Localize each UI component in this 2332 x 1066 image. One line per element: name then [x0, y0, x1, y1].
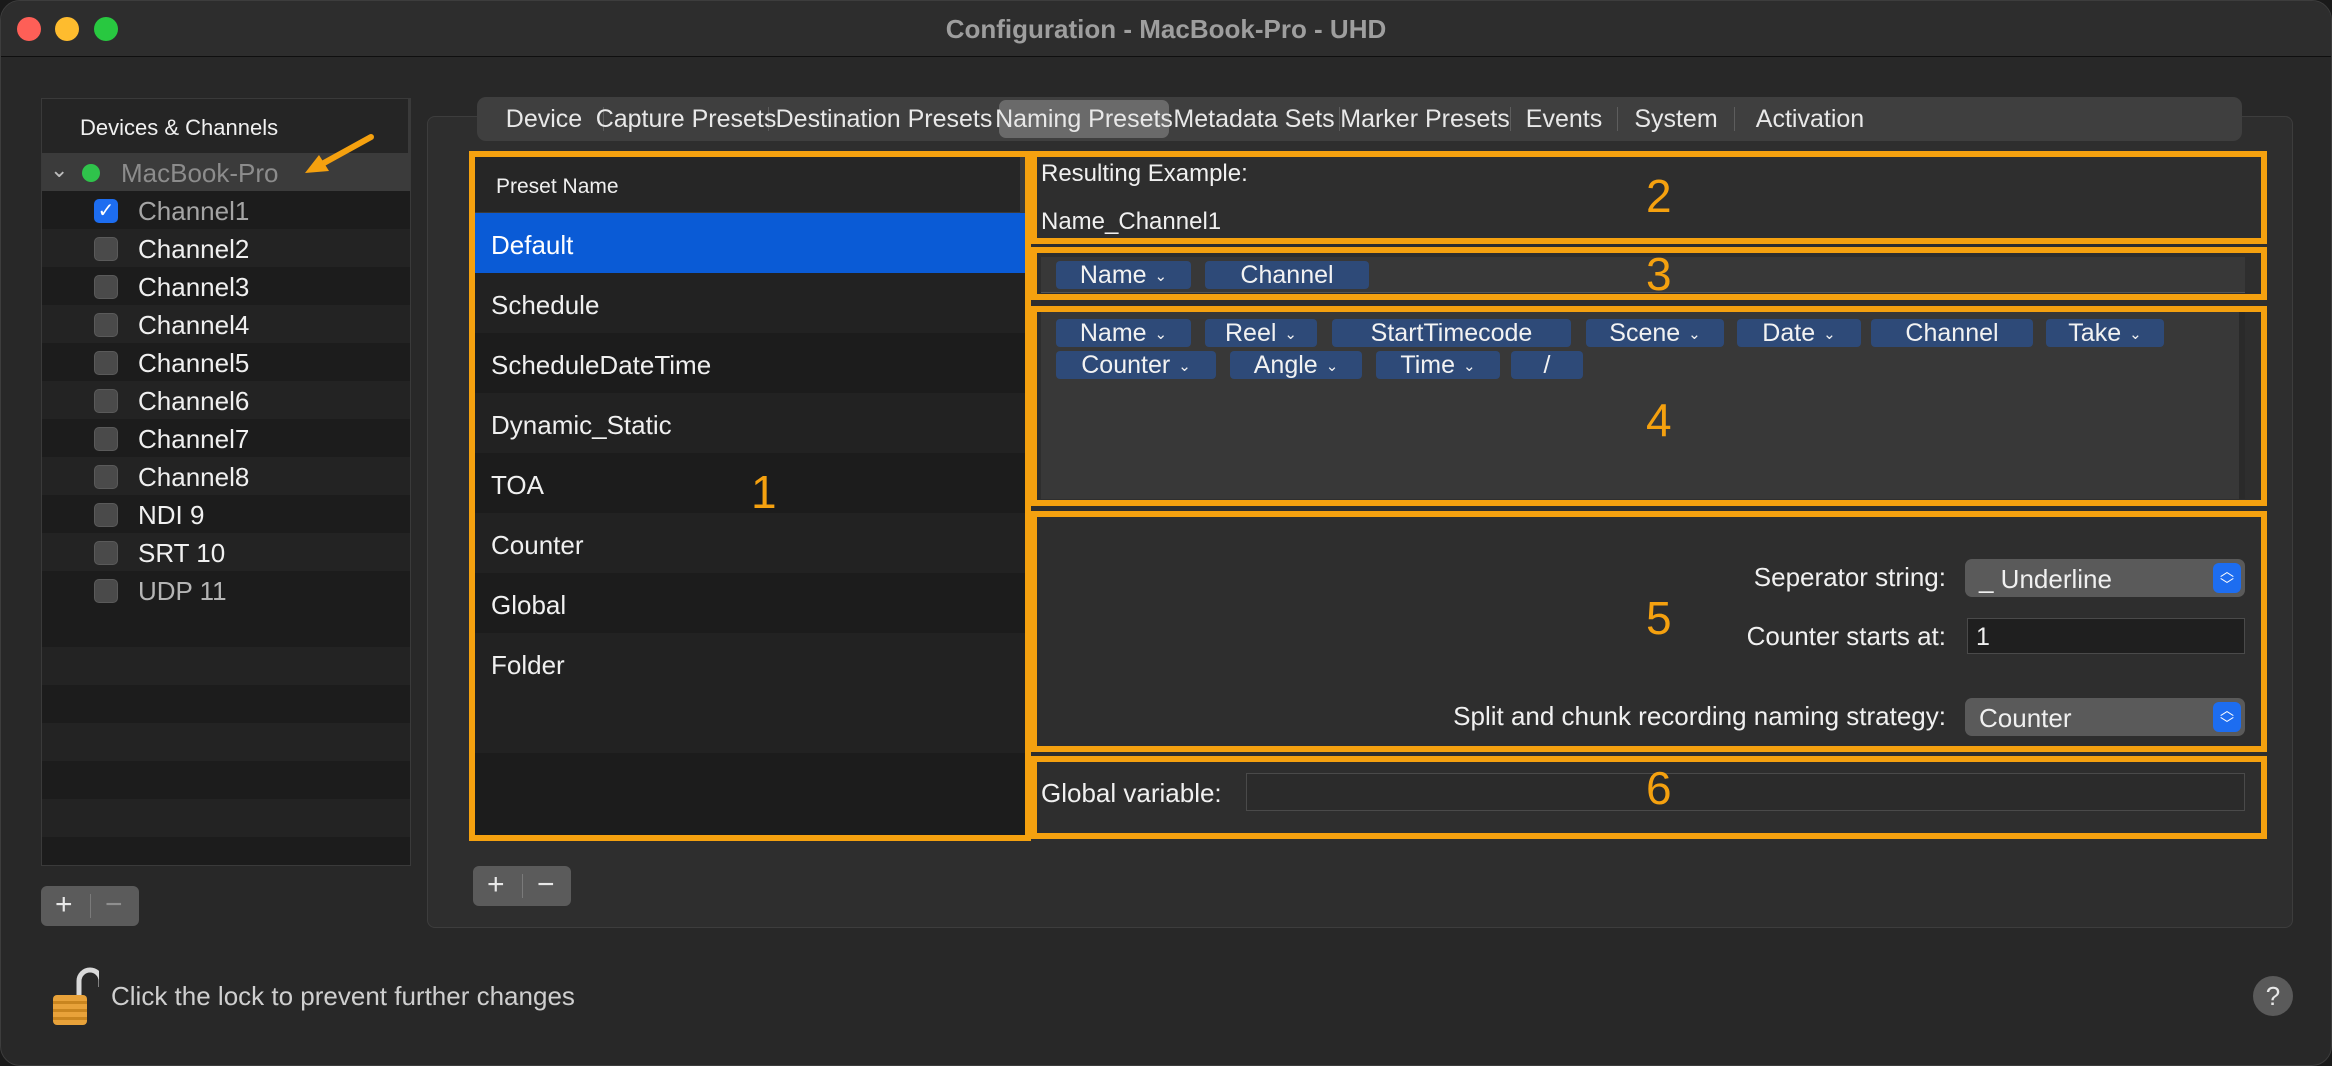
tab-marker-presets[interactable]: Marker Presets [1340, 100, 1510, 138]
add-device-button[interactable]: + [55, 888, 73, 922]
sidebar-empty-row [42, 647, 410, 685]
channel-label: Channel1 [138, 196, 250, 226]
remove-device-button[interactable]: − [105, 888, 123, 922]
checkbox-icon[interactable] [94, 237, 118, 261]
sidebar-empty-row [42, 799, 410, 837]
button-divider [90, 894, 91, 918]
checkbox-icon[interactable] [94, 465, 118, 489]
chevron-down-icon[interactable]: ⌄ [50, 157, 68, 183]
channel-label: Channel5 [138, 348, 250, 378]
checkbox-icon[interactable] [94, 275, 118, 299]
sidebar-channel-row[interactable]: Channel7 [42, 419, 410, 457]
tab-metadata-sets[interactable]: Metadata Sets [1169, 100, 1339, 138]
sidebar-channel-row[interactable]: ✓ Channel1 [42, 191, 410, 229]
device-name: MacBook-Pro [121, 158, 279, 188]
sidebar-channel-row[interactable]: Channel2 [42, 229, 410, 267]
checkbox-checked-icon[interactable]: ✓ [94, 199, 118, 223]
add-preset-button[interactable]: + [487, 868, 505, 902]
annotation-box-1 [469, 151, 1031, 841]
sidebar-empty-row [42, 761, 410, 799]
checkbox-icon[interactable] [94, 503, 118, 527]
channel-label: Channel6 [138, 386, 250, 416]
annotation-arrow-icon [305, 134, 374, 173]
sidebar-empty-row [42, 685, 410, 723]
sidebar-empty-row [42, 609, 410, 647]
channel-label: Channel4 [138, 310, 250, 340]
annotation-number-4: 4 [1646, 394, 1672, 446]
sidebar-channel-row[interactable]: Channel6 [42, 381, 410, 419]
devices-channels-sidebar: Devices & Channels ⌄ MacBook-Pro ✓ Channe… [41, 98, 411, 866]
sidebar-channel-row[interactable]: UDP 11 [42, 571, 410, 609]
sidebar-empty-row [42, 723, 410, 761]
title-bar: Configuration - MacBook-Pro - UHD [1, 1, 2331, 57]
channel-label: Channel7 [138, 424, 250, 454]
sidebar-channel-row[interactable]: Channel5 [42, 343, 410, 381]
annotation-number-3: 3 [1646, 248, 1672, 300]
checkbox-icon[interactable] [94, 541, 118, 565]
annotation-number-6: 6 [1646, 762, 1672, 814]
channel-label: Channel3 [138, 272, 250, 302]
sidebar-empty-row [42, 837, 410, 865]
tab-naming-presets[interactable]: Naming Presets [995, 100, 1173, 138]
channel-label: Channel2 [138, 234, 250, 264]
configuration-window: Configuration - MacBook-Pro - UHD Device… [0, 0, 2332, 1066]
tab-events[interactable]: Events [1511, 100, 1617, 138]
checkbox-icon[interactable] [94, 427, 118, 451]
annotation-number-2: 2 [1646, 170, 1672, 222]
settings-tab-bar: Device Capture Presets Destination Presets… [477, 97, 2242, 141]
checkbox-icon[interactable] [94, 389, 118, 413]
sidebar-channel-row[interactable]: Channel4 [42, 305, 410, 343]
tab-destination-presets[interactable]: Destination Presets [769, 100, 999, 138]
annotation-number-1: 1 [751, 466, 777, 518]
remove-preset-button[interactable]: − [537, 868, 555, 902]
annotation-number-5: 5 [1646, 592, 1672, 644]
sidebar-channel-row[interactable]: NDI 9 [42, 495, 410, 533]
sidebar-channel-row[interactable]: Channel8 [42, 457, 410, 495]
channel-label: NDI 9 [138, 500, 205, 530]
lock-status-text: Click the lock to prevent further change… [111, 981, 575, 1011]
button-divider [522, 874, 523, 898]
tab-device[interactable]: Device [485, 100, 603, 138]
channel-label: SRT 10 [138, 538, 226, 568]
sidebar-channel-row[interactable]: Channel3 [42, 267, 410, 305]
preset-add-remove-control: + − [473, 866, 571, 906]
checkbox-icon[interactable] [94, 313, 118, 337]
checkbox-icon[interactable] [94, 579, 118, 603]
tab-activation[interactable]: Activation [1735, 100, 1885, 138]
channel-label: Channel8 [138, 462, 250, 492]
help-button[interactable]: ? [2253, 976, 2293, 1016]
tab-system[interactable]: System [1618, 100, 1734, 138]
device-status-icon [82, 164, 100, 182]
tab-capture-presets[interactable]: Capture Presets [596, 100, 777, 138]
unlocked-lock-icon[interactable] [49, 965, 99, 1027]
sidebar-channel-row[interactable]: SRT 10 [42, 533, 410, 571]
sidebar-add-remove-control: + − [41, 886, 139, 926]
window-title: Configuration - MacBook-Pro - UHD [945, 14, 1387, 44]
checkbox-icon[interactable] [94, 351, 118, 375]
channel-label: UDP 11 [138, 576, 227, 606]
